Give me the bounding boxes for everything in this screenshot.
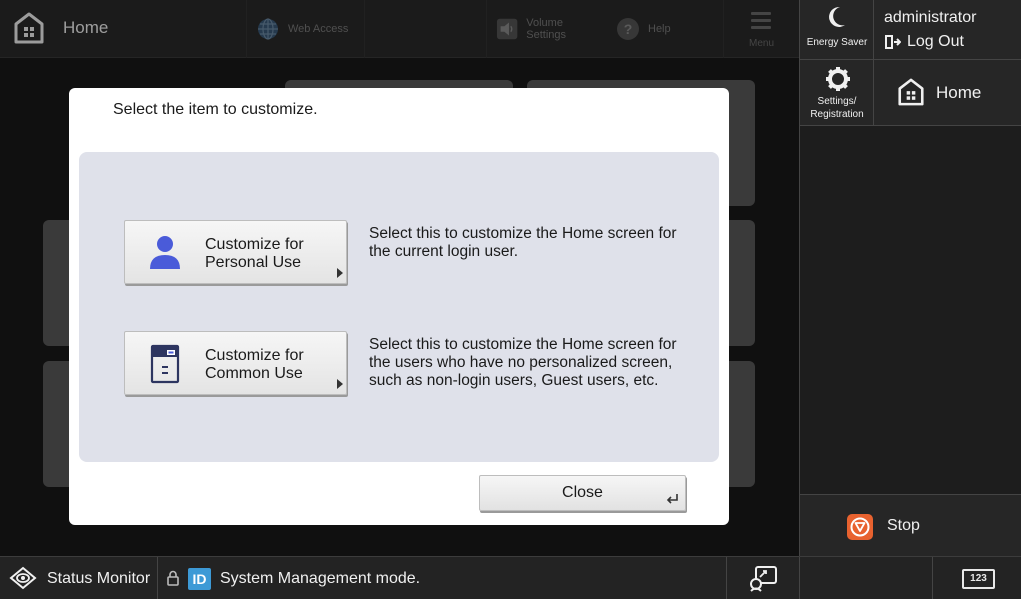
arrow-right-icon bbox=[337, 268, 343, 278]
user-name: administrator bbox=[884, 9, 977, 26]
personal-description-line2: the current login user. bbox=[369, 243, 519, 260]
personal-label-line2: Personal Use bbox=[205, 254, 302, 271]
shared-screen-icon bbox=[150, 344, 180, 384]
logout-button[interactable]: Log Out bbox=[884, 33, 964, 51]
customize-personal-button[interactable]: Customize for Personal Use bbox=[124, 220, 347, 284]
enter-icon bbox=[666, 494, 678, 504]
right-home-label: Home bbox=[936, 83, 982, 102]
status-monitor-label: Status Monitor bbox=[47, 570, 151, 587]
logout-label: Log Out bbox=[907, 33, 964, 50]
personal-description: Select this to customize the Home screen… bbox=[369, 225, 699, 261]
right-home-button[interactable]: Home bbox=[874, 60, 1021, 126]
personal-label-line1: Customize for bbox=[205, 236, 304, 253]
status-monitor-icon bbox=[9, 566, 37, 590]
right-panel: Energy Saver administrator Log Out Setti… bbox=[799, 0, 1021, 556]
mode-status: ID System Management mode. bbox=[166, 557, 420, 599]
id-badge-icon: ID bbox=[188, 567, 211, 590]
customize-personal-label: Customize for Personal Use bbox=[205, 236, 304, 272]
settings-registration-button[interactable]: Settings/ Registration bbox=[800, 60, 874, 126]
remote-operation-button[interactable] bbox=[726, 557, 800, 599]
energy-saver-label: Energy Saver bbox=[806, 37, 868, 48]
settings-label: Settings/ Registration bbox=[800, 95, 874, 121]
common-description: Select this to customize the Home screen… bbox=[369, 336, 699, 390]
status-monitor-button[interactable]: Status Monitor bbox=[0, 557, 158, 599]
mode-text: System Management mode. bbox=[220, 569, 421, 587]
user-icon bbox=[150, 236, 180, 269]
settings-label-line1: Settings/ bbox=[817, 96, 857, 107]
arrow-right-icon bbox=[337, 379, 343, 389]
keyboard-icon: 123 bbox=[962, 569, 995, 589]
dialog-title: Select the item to customize. bbox=[113, 101, 318, 118]
settings-label-line2: Registration bbox=[810, 109, 864, 120]
customize-common-button[interactable]: Customize for Common Use bbox=[124, 331, 347, 395]
customize-common-label: Customize for Common Use bbox=[205, 347, 304, 383]
energy-saver-button[interactable]: Energy Saver bbox=[800, 0, 874, 60]
stop-icon bbox=[847, 514, 873, 540]
close-label: Close bbox=[562, 484, 603, 501]
stop-button[interactable]: Stop bbox=[800, 494, 1021, 556]
keyboard-button[interactable]: 123 bbox=[932, 557, 1021, 599]
status-bar: Status Monitor ID System Management mode… bbox=[0, 556, 1021, 599]
personal-description-line1: Select this to customize the Home screen… bbox=[369, 225, 677, 242]
gear-icon bbox=[826, 67, 850, 91]
remote-icon bbox=[750, 566, 777, 592]
close-button[interactable]: Close bbox=[479, 475, 686, 511]
common-label-line1: Customize for bbox=[205, 347, 304, 364]
lock-icon bbox=[167, 570, 179, 586]
customize-dialog: Select the item to customize. Customize … bbox=[69, 88, 729, 525]
stop-label: Stop bbox=[887, 517, 920, 534]
moon-icon bbox=[829, 6, 845, 27]
home-icon bbox=[898, 78, 924, 106]
user-info: administrator Log Out bbox=[874, 0, 1021, 60]
common-description-line3: such as non-login users, Guest users, et… bbox=[369, 372, 659, 389]
logout-icon bbox=[885, 35, 901, 49]
common-description-line2: the users who have no personalized scree… bbox=[369, 354, 673, 371]
dialog-body: Customize for Personal Use Select this t… bbox=[79, 152, 719, 462]
common-label-line2: Common Use bbox=[205, 365, 303, 382]
common-description-line1: Select this to customize the Home screen… bbox=[369, 336, 677, 353]
